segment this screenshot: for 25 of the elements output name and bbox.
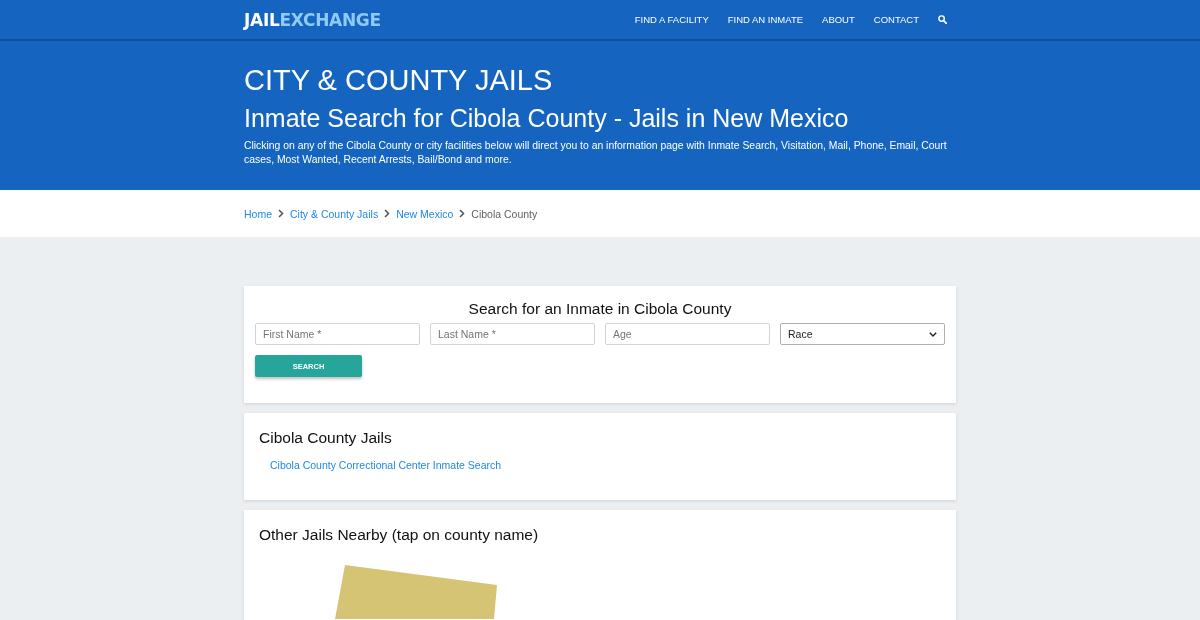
nav-link[interactable]: FIND AN INMATE bbox=[727, 14, 804, 25]
page-title: CITY & COUNTY JAILS bbox=[244, 63, 554, 98]
nav-link[interactable]: FIND A FACILITY bbox=[634, 14, 709, 25]
input-field[interactable]: Age bbox=[605, 323, 770, 345]
chevron-icon bbox=[459, 209, 466, 218]
section-title: Other Jails Nearby (tap on county name) bbox=[259, 526, 540, 544]
race-dropdown[interactable]: Race bbox=[780, 323, 945, 345]
site-logo[interactable]: JAILEXCHANGE bbox=[244, 9, 381, 30]
section-title: Cibola County Jails bbox=[259, 429, 393, 447]
caret-icon bbox=[929, 331, 937, 337]
breadcrumb-link[interactable]: City & County Jails bbox=[290, 207, 379, 220]
nav-link[interactable]: CONTACT bbox=[873, 14, 919, 25]
breadcrumb-current: Cibola County bbox=[471, 207, 538, 220]
breadcrumb-link[interactable]: Home bbox=[244, 207, 272, 220]
input-field[interactable]: First Name * bbox=[255, 323, 420, 345]
chevron-icon bbox=[278, 209, 284, 218]
intro-text: Clicking on any of the Cibola County or city facilities below will direct you to an information page with Inmate Search, Visitation, Mail, Phone, Email, Court cases, Most Wanted, Recent Arrests, Bail/Bond and more. bbox=[244, 139, 948, 167]
search-icon[interactable] bbox=[938, 15, 947, 24]
chevron-icon bbox=[384, 209, 391, 218]
nav-link[interactable]: ABOUT bbox=[822, 14, 855, 25]
input-field[interactable]: Last Name * bbox=[430, 323, 595, 345]
breadcrumb-link[interactable]: New Mexico bbox=[396, 207, 454, 220]
search-title: Search for an Inmate in Cibola County bbox=[467, 300, 733, 318]
page-subtitle: Inmate Search for Cibola County - Jails in New Mexico bbox=[244, 103, 850, 134]
facility-link[interactable]: Cibola County Correctional Center Inmate Search bbox=[270, 459, 502, 471]
